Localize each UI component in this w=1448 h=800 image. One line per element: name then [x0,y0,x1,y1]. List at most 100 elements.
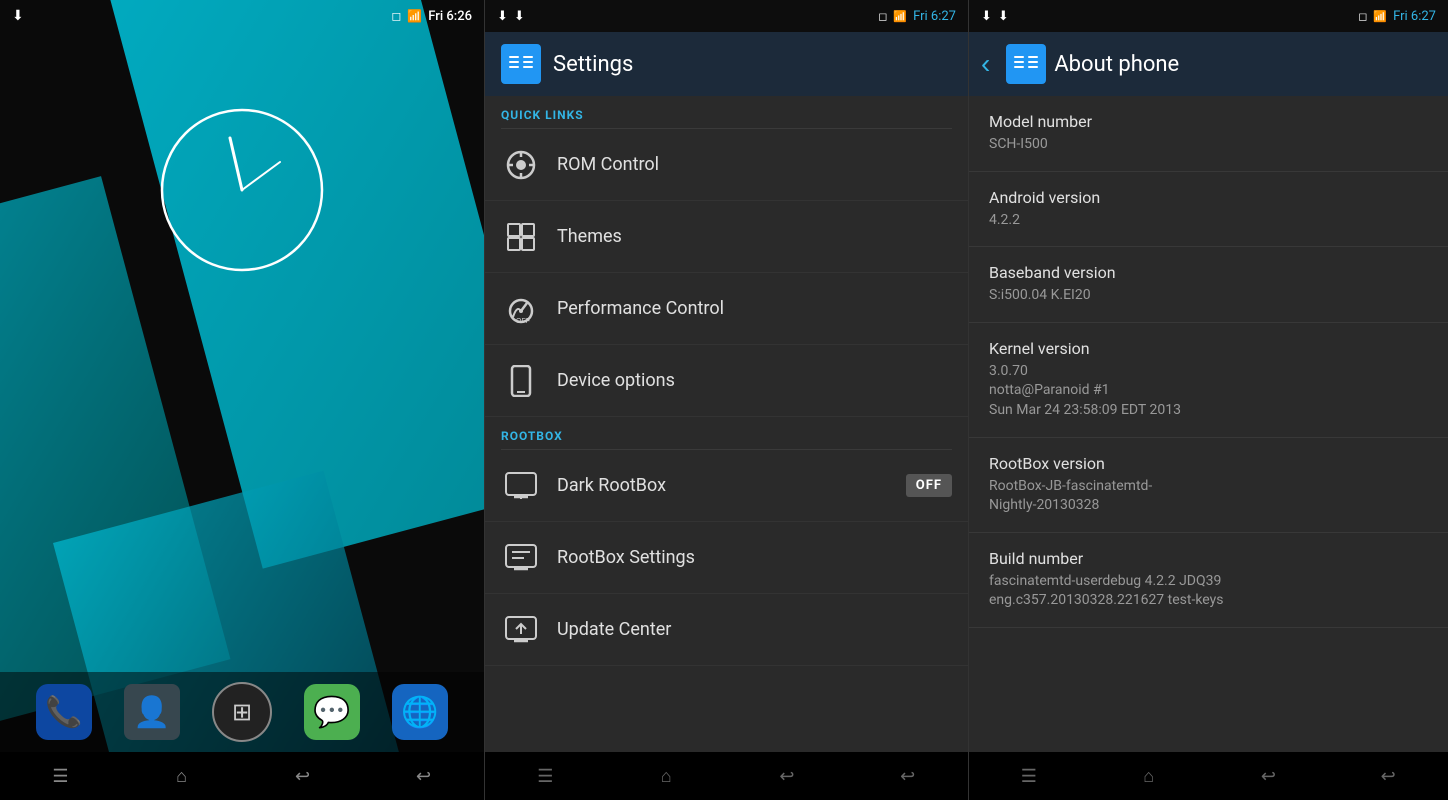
rootbox-settings-icon [501,538,541,578]
settings-home-button[interactable]: ⌂ [642,752,690,800]
device-icon [501,361,541,401]
settings-item-rootbox-settings[interactable]: RootBox Settings [485,522,968,594]
home-menu-button[interactable]: ☰ [37,752,85,800]
dark-rootbox-toggle[interactable]: OFF [906,474,952,497]
performance-control-label: Performance Control [557,298,952,319]
about-signal-icon: 📶 [1373,10,1387,23]
home-status-bar: ⬇ ◻ 📶 Fri 6:26 [0,0,484,32]
browser-dock-icon[interactable]: 🌐 [392,684,448,740]
settings-time: Fri 6:27 [913,9,956,24]
grid-icon: ⊞ [232,698,252,726]
phone-dock-icon[interactable]: 📞 [36,684,92,740]
settings-nav-bar: ☰ ⌂ ↩ ↩ [485,752,968,800]
status-bar-left-icons: ⬇ [12,8,24,24]
about-back2-nav-icon: ↩ [1381,766,1396,787]
about-content: Model number SCH-I500 Android version 4.… [969,96,1448,752]
about-back-nav-button[interactable]: ↩ [1244,752,1292,800]
about-back-button[interactable]: ‹ [973,40,998,88]
home-dock: 📞 👤 ⊞ 💬 🌐 [0,672,484,752]
rootbox-settings-label: RootBox Settings [557,547,952,568]
about-baseband-label: Baseband version [989,263,1428,282]
settings-item-update-center[interactable]: Update Center [485,594,968,666]
performance-icon: OFF [501,289,541,329]
settings-download2-icon: ⬇ [514,9,525,24]
about-status-left: ⬇ ⬇ [981,9,1009,24]
rom-control-icon [501,145,541,185]
settings-back-button[interactable]: ↩ [763,752,811,800]
home-back2-button[interactable]: ↩ [400,752,448,800]
rom-control-label: ROM Control [557,154,952,175]
dark-rootbox-label: Dark RootBox [557,475,906,496]
about-status-bar: ⬇ ⬇ ◻ 📶 Fri 6:27 [969,0,1448,32]
contacts-dock-icon[interactable]: 👤 [124,684,180,740]
settings-item-performance[interactable]: OFF Performance Control [485,273,968,345]
about-time: Fri 6:27 [1393,9,1436,24]
contacts-icon: 👤 [133,695,170,730]
home-home-button[interactable]: ⌂ [158,752,206,800]
about-sim-icon: ◻ [1358,10,1367,23]
update-center-icon [501,610,541,650]
about-download2-icon: ⬇ [998,9,1009,24]
about-title: About phone [1054,52,1179,77]
rootbox-header: ROOTBOX [485,417,968,449]
settings-app-bar: Settings [485,32,968,96]
themes-icon [501,217,541,257]
svg-text:OFF: OFF [516,318,530,325]
globe-icon: 🌐 [401,695,438,730]
signal-icon: 📶 [407,9,422,23]
settings-panel: ⬇ ⬇ ◻ 📶 Fri 6:27 Settings QUICK LINKS [484,0,968,800]
settings-title: Settings [553,52,633,77]
about-nav-bar: ☰ ⌂ ↩ ↩ [969,752,1448,800]
about-menu-icon: ☰ [1021,766,1037,787]
about-build-number: Build number fascinatemtd-userdebug 4.2.… [969,533,1448,628]
settings-menu-icon: ☰ [537,766,553,787]
about-back2-nav-button[interactable]: ↩ [1364,752,1412,800]
settings-back2-icon: ↩ [900,766,915,787]
settings-item-themes[interactable]: Themes [485,201,968,273]
about-back-nav-icon: ↩ [1261,766,1276,787]
settings-item-dark-rootbox[interactable]: Dark RootBox OFF [485,450,968,522]
dark-rootbox-icon [501,466,541,506]
about-download-icon: ⬇ [981,9,992,24]
app-drawer-dock-icon[interactable]: ⊞ [212,682,272,742]
about-build-label: Build number [989,549,1428,568]
about-panel: ⬇ ⬇ ◻ 📶 Fri 6:27 ‹ About phone Model num… [968,0,1448,800]
settings-item-device[interactable]: Device options [485,345,968,417]
settings-home-icon: ⌂ [661,766,672,787]
phone-icon: 📞 [45,695,82,730]
home-screen: ⬇ ◻ 📶 Fri 6:26 📞 👤 ⊞ 💬 [0,0,484,800]
about-kernel-version: Kernel version 3.0.70 notta@Paranoid #1 … [969,323,1448,438]
themes-label: Themes [557,226,952,247]
device-options-label: Device options [557,370,952,391]
settings-sim-icon: ◻ [878,10,887,23]
about-menu-button[interactable]: ☰ [1005,752,1053,800]
about-rootbox-label: RootBox version [989,454,1428,473]
status-bar-right: ◻ 📶 Fri 6:26 [391,9,472,24]
settings-download-icon: ⬇ [497,9,508,24]
settings-back-icon: ↩ [779,766,794,787]
about-model-label: Model number [989,112,1428,131]
about-back-icon: ‹ [981,48,990,79]
about-home-button[interactable]: ⌂ [1125,752,1173,800]
home-icon: ⌂ [176,766,187,787]
messaging-dock-icon[interactable]: 💬 [304,684,360,740]
about-model-value: SCH-I500 [989,135,1428,155]
sim-icon: ◻ [391,9,401,23]
about-kernel-label: Kernel version [989,339,1428,358]
about-build-value: fascinatemtd-userdebug 4.2.2 JDQ39 eng.c… [989,572,1428,611]
about-baseband-version: Baseband version S:i500.04 K.EI20 [969,247,1448,323]
home-back-button[interactable]: ↩ [279,752,327,800]
home-nav-bar: ☰ ⌂ ↩ ↩ [0,752,484,800]
settings-item-rom-control[interactable]: ROM Control [485,129,968,201]
download-icon: ⬇ [12,8,24,24]
settings-status-left: ⬇ ⬇ [497,9,525,24]
about-rootbox-version: RootBox version RootBox-JB-fascinatemtd-… [969,438,1448,533]
about-android-version: Android version 4.2.2 [969,172,1448,248]
settings-back2-button[interactable]: ↩ [884,752,932,800]
about-model-number: Model number SCH-I500 [969,96,1448,172]
clock-widget [152,100,332,280]
about-baseband-value: S:i500.04 K.EI20 [989,286,1428,306]
update-center-label: Update Center [557,619,952,640]
settings-content: QUICK LINKS ROM Control [485,96,968,752]
settings-menu-button[interactable]: ☰ [521,752,569,800]
